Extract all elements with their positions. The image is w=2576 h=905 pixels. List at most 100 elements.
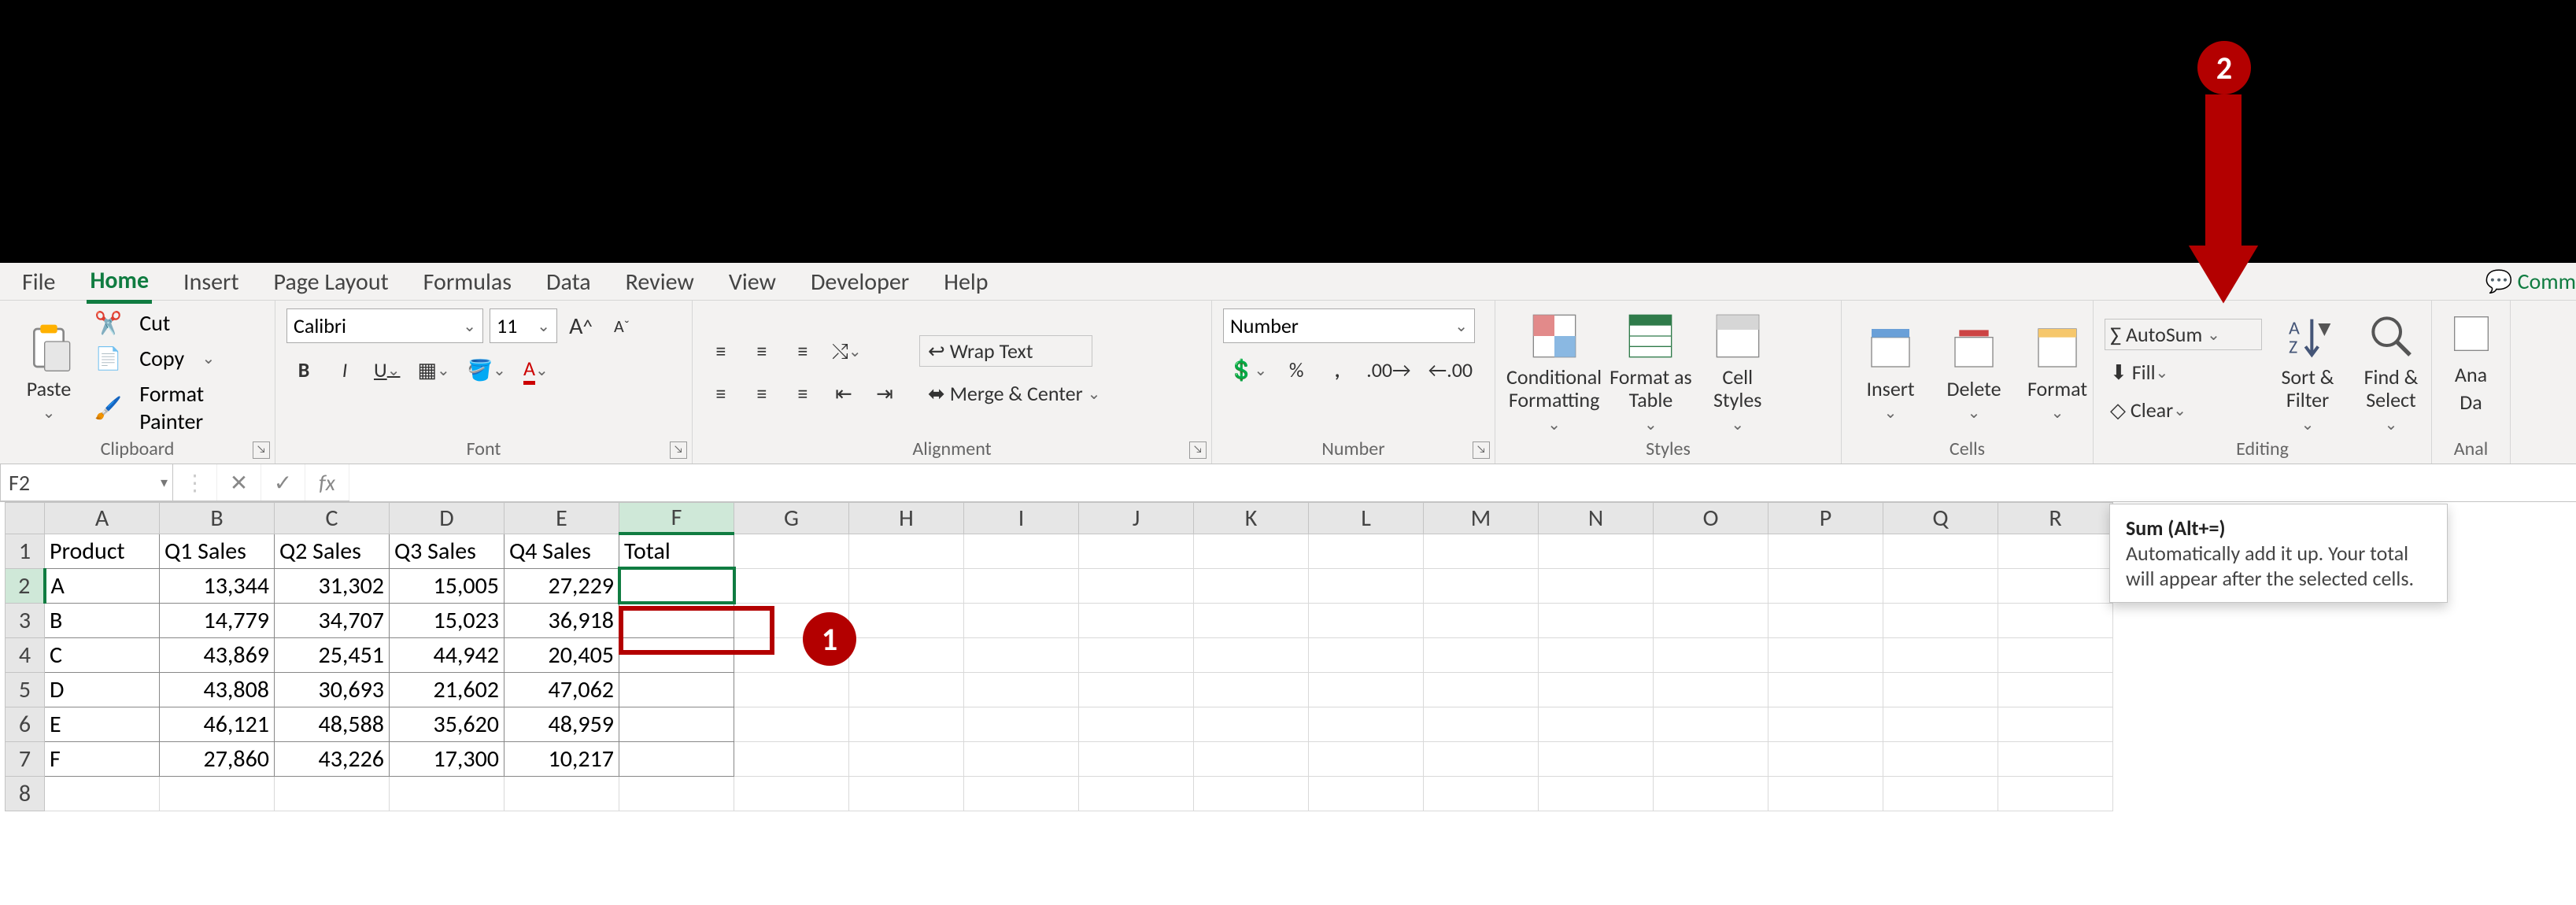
cell[interactable]	[1539, 603, 1654, 637]
cell[interactable]	[1424, 637, 1539, 672]
percent-button[interactable]: %	[1279, 354, 1314, 386]
tab-view[interactable]: View	[726, 261, 779, 301]
tab-data[interactable]: Data	[543, 261, 594, 301]
cell[interactable]	[1654, 672, 1768, 707]
cell[interactable]	[1883, 776, 1998, 811]
tab-review[interactable]: Review	[623, 261, 697, 301]
cell-B4[interactable]: 43,869	[160, 637, 275, 672]
italic-button[interactable]: I	[327, 354, 362, 386]
decrease-font-button[interactable]: Aˇ	[604, 310, 639, 342]
cell-B1[interactable]: Q1 Sales	[160, 534, 275, 568]
cell[interactable]	[1079, 776, 1194, 811]
copy-button[interactable]: 📄 Copy ⌄	[94, 345, 264, 372]
cell[interactable]	[1309, 534, 1424, 568]
cell[interactable]	[1768, 776, 1883, 811]
decrease-indent-button[interactable]: ⇤	[826, 378, 861, 409]
wrap-text-button[interactable]: ↩ Wrap Text	[919, 335, 1092, 367]
col-header-P[interactable]: P	[1768, 503, 1883, 534]
cell[interactable]	[964, 637, 1079, 672]
row-header-4[interactable]: 4	[6, 637, 45, 672]
cell[interactable]	[160, 776, 275, 811]
cell[interactable]	[1079, 707, 1194, 741]
cell[interactable]	[1998, 741, 2113, 776]
cell-F1[interactable]: Total	[619, 534, 734, 568]
cell-C6[interactable]: 48,588	[275, 707, 390, 741]
cell[interactable]	[849, 741, 964, 776]
cell[interactable]	[1424, 603, 1539, 637]
formula-input[interactable]	[349, 464, 2576, 501]
col-header-K[interactable]: K	[1194, 503, 1309, 534]
cell[interactable]	[1998, 637, 2113, 672]
cell[interactable]	[1194, 603, 1309, 637]
align-right-button[interactable]: ≡	[785, 378, 820, 409]
col-header-B[interactable]: B	[160, 503, 275, 534]
cell[interactable]	[1424, 741, 1539, 776]
number-format-select[interactable]: Number⌄	[1223, 308, 1475, 343]
increase-indent-button[interactable]: ⇥	[867, 378, 902, 409]
cell[interactable]	[1079, 534, 1194, 568]
cell[interactable]	[1194, 672, 1309, 707]
cell[interactable]	[1424, 534, 1539, 568]
col-header-A[interactable]: A	[45, 503, 160, 534]
merge-center-button[interactable]: ⬌ Merge & Center ⌄	[919, 378, 1155, 409]
cell[interactable]	[1539, 637, 1654, 672]
cell[interactable]	[1998, 534, 2113, 568]
cell-A7[interactable]: F	[45, 741, 160, 776]
cell-A6[interactable]: E	[45, 707, 160, 741]
col-header-L[interactable]: L	[1309, 503, 1424, 534]
cell[interactable]	[1079, 568, 1194, 603]
align-left-button[interactable]: ≡	[704, 378, 738, 409]
tab-page-layout[interactable]: Page Layout	[271, 261, 392, 301]
row-header-2[interactable]: 2	[6, 568, 45, 603]
cell[interactable]	[964, 603, 1079, 637]
bold-button[interactable]: B	[286, 354, 321, 386]
col-header-I[interactable]: I	[964, 503, 1079, 534]
cell[interactable]	[849, 637, 964, 672]
cell[interactable]	[1539, 776, 1654, 811]
cell[interactable]	[1424, 707, 1539, 741]
cell[interactable]	[1768, 637, 1883, 672]
col-header-R[interactable]: R	[1998, 503, 2113, 534]
cell[interactable]	[734, 776, 849, 811]
cell-E6[interactable]: 48,959	[504, 707, 619, 741]
cell-F7[interactable]	[619, 741, 734, 776]
cell[interactable]	[275, 776, 390, 811]
cell[interactable]	[1883, 707, 1998, 741]
row-header-3[interactable]: 3	[6, 603, 45, 637]
cell[interactable]	[1079, 603, 1194, 637]
paste-button[interactable]: Paste ⌄	[11, 323, 87, 423]
format-as-table-button[interactable]: Format as Table⌄	[1610, 311, 1692, 433]
col-header-D[interactable]: D	[390, 503, 504, 534]
cell[interactable]	[1309, 637, 1424, 672]
cell[interactable]	[1309, 707, 1424, 741]
cell[interactable]	[390, 776, 504, 811]
insert-function-button[interactable]: fx	[305, 464, 349, 501]
format-cells-button[interactable]: Format⌄	[2020, 323, 2095, 423]
cell-F6[interactable]	[619, 707, 734, 741]
cell[interactable]	[1998, 603, 2113, 637]
format-painter-button[interactable]: 🖌️ Format Painter	[94, 380, 264, 435]
cell[interactable]	[1539, 672, 1654, 707]
cell[interactable]	[1768, 568, 1883, 603]
cell[interactable]	[1883, 637, 1998, 672]
row-header-1[interactable]: 1	[6, 534, 45, 568]
enter-formula-button[interactable]: ✓	[261, 464, 305, 501]
cell[interactable]	[1424, 672, 1539, 707]
number-dialog-launcher[interactable]: ↘	[1473, 441, 1490, 459]
autosum-button[interactable]: ∑ AutoSum ⌄	[2105, 319, 2262, 350]
col-header-H[interactable]: H	[849, 503, 964, 534]
tab-insert[interactable]: Insert	[180, 261, 242, 301]
cell[interactable]	[1309, 776, 1424, 811]
cell[interactable]	[1539, 568, 1654, 603]
cell-F2[interactable]	[619, 568, 734, 603]
cell[interactable]	[1309, 568, 1424, 603]
cell-E3[interactable]: 36,918	[504, 603, 619, 637]
col-header-G[interactable]: G	[734, 503, 849, 534]
cell[interactable]	[45, 776, 160, 811]
cell[interactable]	[964, 741, 1079, 776]
cell[interactable]	[849, 776, 964, 811]
cell[interactable]	[1654, 637, 1768, 672]
decrease-decimal-button[interactable]: ←.00	[1423, 354, 1478, 386]
cell[interactable]	[1883, 568, 1998, 603]
cell[interactable]	[1768, 707, 1883, 741]
